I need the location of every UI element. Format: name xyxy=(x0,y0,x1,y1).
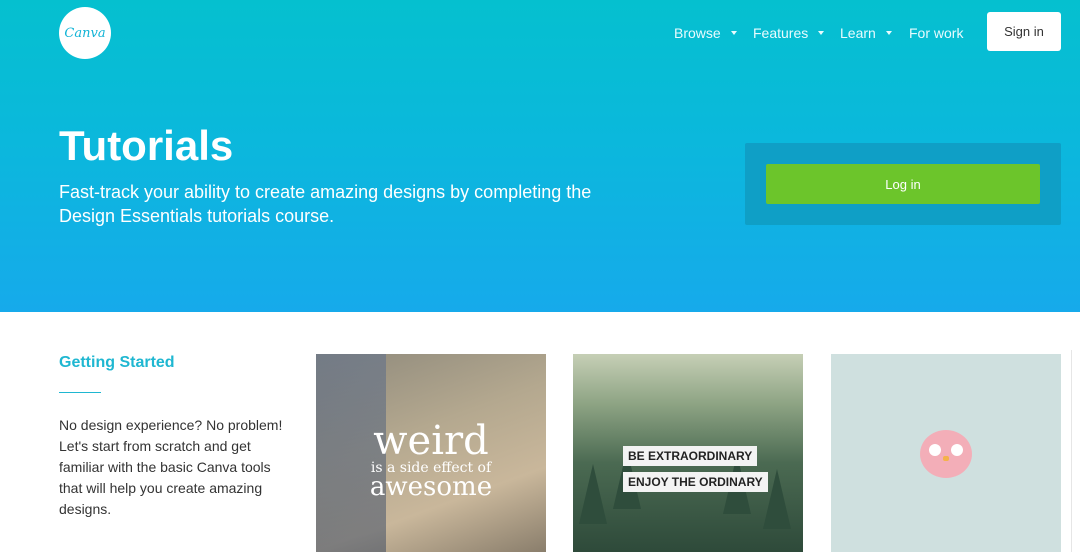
owl-eye xyxy=(929,444,941,456)
section-title: Getting Started xyxy=(59,354,175,371)
section-description: No design experience? No problem! Let's … xyxy=(59,417,283,517)
canva-logo[interactable]: Canva xyxy=(59,7,111,59)
logo-text: Canva xyxy=(64,25,106,41)
tree-shape xyxy=(579,464,607,524)
nav-for-work[interactable]: For work xyxy=(909,24,963,42)
page-title: Tutorials xyxy=(59,122,234,169)
nav-features[interactable]: Features xyxy=(753,24,825,42)
owl-eye xyxy=(951,444,963,456)
page-subtitle: Fast-track your ability to create amazin… xyxy=(59,182,592,226)
nav-browse[interactable]: Browse xyxy=(674,24,737,42)
card-text-line: BE EXTRAORDINARY xyxy=(623,446,758,466)
owl-beak xyxy=(943,456,949,461)
hero-banner: Canva Browse Features Learn For work Sig… xyxy=(0,0,1080,312)
next-card-edge xyxy=(1071,350,1080,552)
nav-learn-label: Learn xyxy=(840,25,876,41)
nav-browse-label: Browse xyxy=(674,25,721,41)
card-text-line: ENJOY THE ORDINARY xyxy=(623,472,768,492)
sign-in-button[interactable]: Sign in xyxy=(987,12,1061,51)
tutorial-card-owl[interactable] xyxy=(831,354,1061,552)
nav-learn[interactable]: Learn xyxy=(840,24,892,42)
chevron-down-icon xyxy=(818,31,825,35)
chevron-down-icon xyxy=(730,31,737,35)
section-divider xyxy=(59,392,101,393)
log-in-button[interactable]: Log in xyxy=(766,164,1040,204)
nav-features-label: Features xyxy=(753,25,809,41)
owl-icon xyxy=(920,430,972,478)
tutorial-card-weird[interactable]: weird is a side effect of awesome xyxy=(316,354,546,552)
login-panel: Log in xyxy=(745,143,1061,225)
nav-for-work-label: For work xyxy=(909,25,964,41)
card-text-line: weird xyxy=(373,418,489,464)
chevron-down-icon xyxy=(885,31,892,35)
card-text-line: awesome xyxy=(369,472,493,502)
tutorial-card-extraordinary[interactable]: BE EXTRAORDINARY ENJOY THE ORDINARY xyxy=(573,354,803,552)
